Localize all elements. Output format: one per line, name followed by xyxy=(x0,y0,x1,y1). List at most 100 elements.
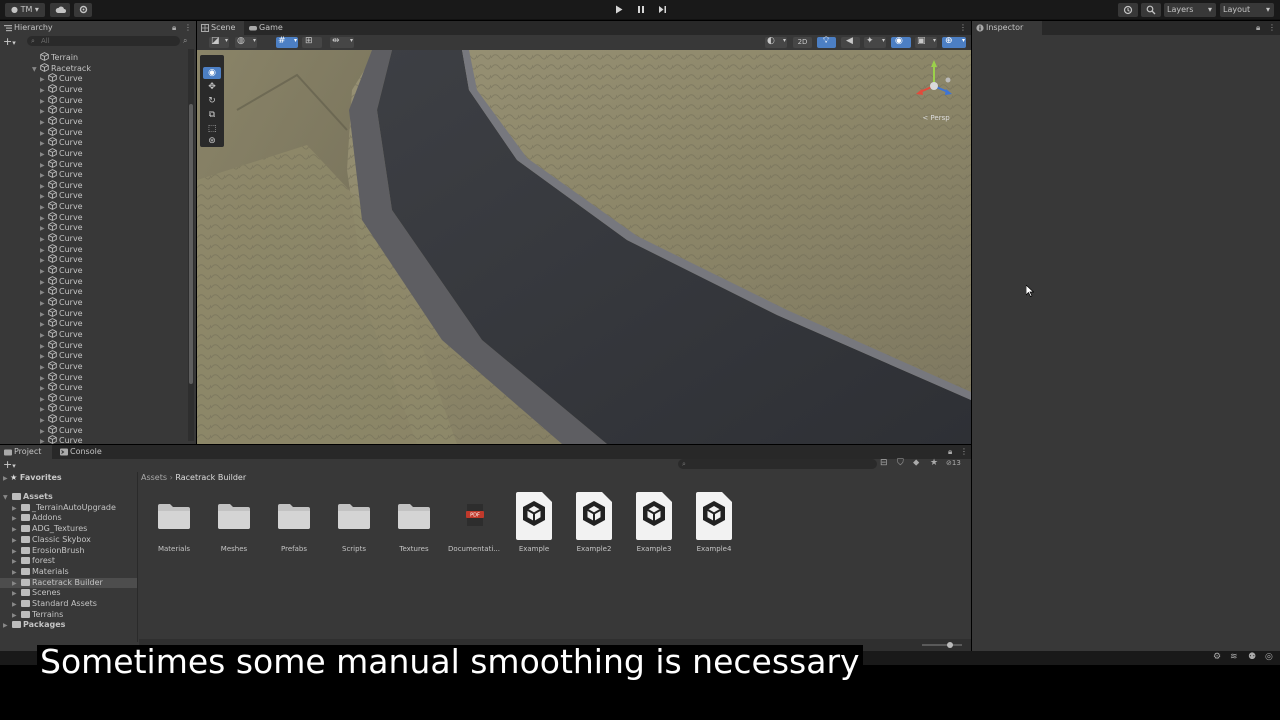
effects-button[interactable]: ✦ ▾ xyxy=(864,36,886,48)
perspective-toggle[interactable]: < Persp xyxy=(916,114,956,122)
hierarchy-item[interactable]: ▶ Curve xyxy=(40,147,83,159)
lock-icon[interactable]: 🔒︎ xyxy=(172,23,176,33)
hierarchy-item[interactable]: ▶ Curve xyxy=(40,84,83,95)
breadcrumb-racetrack-builder[interactable]: Racetrack Builder xyxy=(175,473,246,482)
hierarchy-item[interactable]: Terrain xyxy=(32,52,78,63)
asset-tree-item[interactable]: ▶ Classic Skybox xyxy=(12,535,91,546)
hierarchy-item[interactable]: ▶ Curve xyxy=(40,222,83,233)
lock-icon[interactable]: 🔒︎ xyxy=(1256,23,1260,33)
hierarchy-item[interactable]: ▶ Curve xyxy=(40,254,83,265)
asset-item[interactable]: Scripts xyxy=(324,493,384,557)
hierarchy-item[interactable]: ▶ Curve xyxy=(40,350,83,361)
scale-tool-button[interactable]: ⧉ xyxy=(203,109,221,121)
lighting-toggle[interactable]: 💡︎ xyxy=(817,36,836,48)
lock-icon[interactable]: 🔒︎ xyxy=(948,447,952,457)
hierarchy-item[interactable]: ▶ Curve xyxy=(40,201,83,212)
debug-icon[interactable]: ⚉ xyxy=(1248,652,1256,662)
transform-tool-button[interactable]: ⊛ xyxy=(203,135,221,147)
asset-item[interactable]: Meshes xyxy=(204,493,264,557)
view-tool-button[interactable]: ◉ xyxy=(203,67,221,79)
hierarchy-item[interactable]: ▶ Curve xyxy=(40,435,83,444)
hierarchy-scrollbar[interactable] xyxy=(188,49,194,441)
draw-mode-button[interactable]: ◪ ▾ xyxy=(209,36,229,48)
chevron-right-icon[interactable]: ▶ xyxy=(40,437,48,444)
hierarchy-item[interactable]: ▶ Curve xyxy=(40,190,83,201)
rect-tool-button[interactable]: ⬚ xyxy=(203,123,221,135)
hierarchy-item[interactable]: ▶ Curve xyxy=(40,339,83,351)
shading-mode-button[interactable]: ◐ ▾ xyxy=(765,36,787,48)
asset-tree-item[interactable]: ▶ _TerrainAutoUpgrade xyxy=(12,503,116,514)
snap-increment-button[interactable]: ⊞ xyxy=(302,36,322,48)
icon-size-slider[interactable] xyxy=(922,642,962,648)
hierarchy-item[interactable]: ▶ Curve xyxy=(40,307,83,319)
asset-tree-item[interactable]: ▶ ADG_Textures xyxy=(12,524,87,535)
hierarchy-item[interactable]: ▶ Curve xyxy=(40,414,83,425)
hierarchy-item[interactable]: ▶ Curve xyxy=(40,158,83,170)
asset-tree-item[interactable]: ▶ Standard Assets xyxy=(12,599,97,610)
chevron-down-icon[interactable]: ▼ xyxy=(3,493,12,504)
account-button[interactable]: ● TM ▾ xyxy=(5,3,45,17)
create-button[interactable]: +▾ xyxy=(3,36,23,48)
project-search-input[interactable]: ⌕ xyxy=(678,459,877,469)
asset-item[interactable]: Example xyxy=(504,492,564,557)
asset-tree-item[interactable]: ▶ forest xyxy=(12,556,55,567)
filter-icon[interactable]: ⛉ xyxy=(897,458,904,468)
collab-button[interactable] xyxy=(74,3,92,17)
hierarchy-item[interactable]: ▶ Curve xyxy=(40,275,83,287)
hierarchy-item[interactable]: ▶ Curve xyxy=(40,73,83,84)
hierarchy-item[interactable]: ▶ Curve xyxy=(40,403,83,414)
progress-icon[interactable]: ◎ xyxy=(1265,652,1273,662)
favorites-row[interactable]: ▶ ★ Favorites xyxy=(3,473,62,482)
hidden-count[interactable]: ⊘13 xyxy=(946,459,961,467)
hierarchy-item[interactable]: ▶ Curve xyxy=(40,94,83,106)
asset-tree-item[interactable]: ▶ Addons xyxy=(12,513,62,524)
asset-tree-item[interactable]: ▶ Racetrack Builder xyxy=(0,577,137,589)
create-asset-button[interactable]: +▾ xyxy=(3,459,23,471)
icon-size-slider-handle[interactable] xyxy=(947,642,953,648)
asset-item[interactable]: PDF Documentati... xyxy=(444,493,504,557)
kebab-menu-icon[interactable]: ⋮ xyxy=(959,23,967,32)
hierarchy-item[interactable]: ▶ Curve xyxy=(40,382,83,393)
breadcrumb-assets[interactable]: Assets xyxy=(141,473,167,482)
hierarchy-search-input[interactable]: ⌕ All xyxy=(27,36,180,46)
asset-tree-item[interactable]: ▶ Terrains xyxy=(12,610,63,621)
star-icon[interactable]: ★ xyxy=(930,458,938,468)
pause-button[interactable] xyxy=(631,3,651,17)
tag-icon[interactable]: ⬥ xyxy=(913,458,919,468)
hierarchy-item[interactable]: ▶ Curve xyxy=(40,233,83,244)
chevron-right-icon[interactable]: ▶ xyxy=(3,621,12,632)
hierarchy-item[interactable]: ▶ Curve xyxy=(40,243,83,255)
chevron-down-icon[interactable]: ▼ xyxy=(32,65,40,76)
orientation-gizmo[interactable]: < Persp xyxy=(912,58,956,122)
search-by-type-icon[interactable]: ⊟ xyxy=(880,458,888,468)
rotate-tool-button[interactable]: ↻ xyxy=(203,95,221,107)
asset-item[interactable]: Example2 xyxy=(564,492,624,557)
hierarchy-item[interactable]: ▼ Racetrack xyxy=(32,62,91,76)
asset-item[interactable]: Textures xyxy=(384,493,444,557)
profiler-icon[interactable]: ⚙ xyxy=(1213,652,1221,662)
hierarchy-item[interactable]: ▶ Curve xyxy=(40,137,83,148)
move-tool-button[interactable]: ✥ xyxy=(203,81,221,93)
mode-2d-button[interactable]: 2D xyxy=(793,37,812,48)
hierarchy-item[interactable]: ▶ Curve xyxy=(40,360,83,372)
scene-visibility-toggle[interactable]: ◉ xyxy=(891,36,911,48)
asset-tree-item[interactable]: ▶ Scenes xyxy=(12,588,61,599)
kebab-menu-icon[interactable]: ⋮ xyxy=(960,447,968,456)
asset-tree-item[interactable]: ▼ Assets xyxy=(3,492,53,503)
asset-item[interactable]: Example4 xyxy=(684,492,744,557)
tab-scene[interactable]: Scene xyxy=(197,21,244,35)
tab-inspector[interactable]: Inspector xyxy=(972,21,1042,35)
asset-tree-item[interactable]: ▶ Materials xyxy=(12,567,69,578)
step-button[interactable] xyxy=(652,3,672,17)
hierarchy-item[interactable]: ▶ Curve xyxy=(40,286,83,297)
gizmo-options-button[interactable]: ◍ ▾ xyxy=(235,36,257,48)
hierarchy-item[interactable]: ▶ Curve xyxy=(40,392,83,404)
layers-icon[interactable]: ≋ xyxy=(1230,652,1238,662)
hierarchy-item[interactable]: ▶ Curve xyxy=(40,126,83,138)
increment-snap-button[interactable]: ⇹ ▾ xyxy=(330,36,354,48)
hierarchy-item[interactable]: ▶ Curve xyxy=(40,169,83,180)
tab-console[interactable]: Console xyxy=(56,445,112,459)
search-button[interactable] xyxy=(1141,3,1161,17)
hierarchy-item[interactable]: ▶ Curve xyxy=(40,424,83,436)
gizmos-button[interactable]: ⊕ ▾ xyxy=(942,36,966,48)
